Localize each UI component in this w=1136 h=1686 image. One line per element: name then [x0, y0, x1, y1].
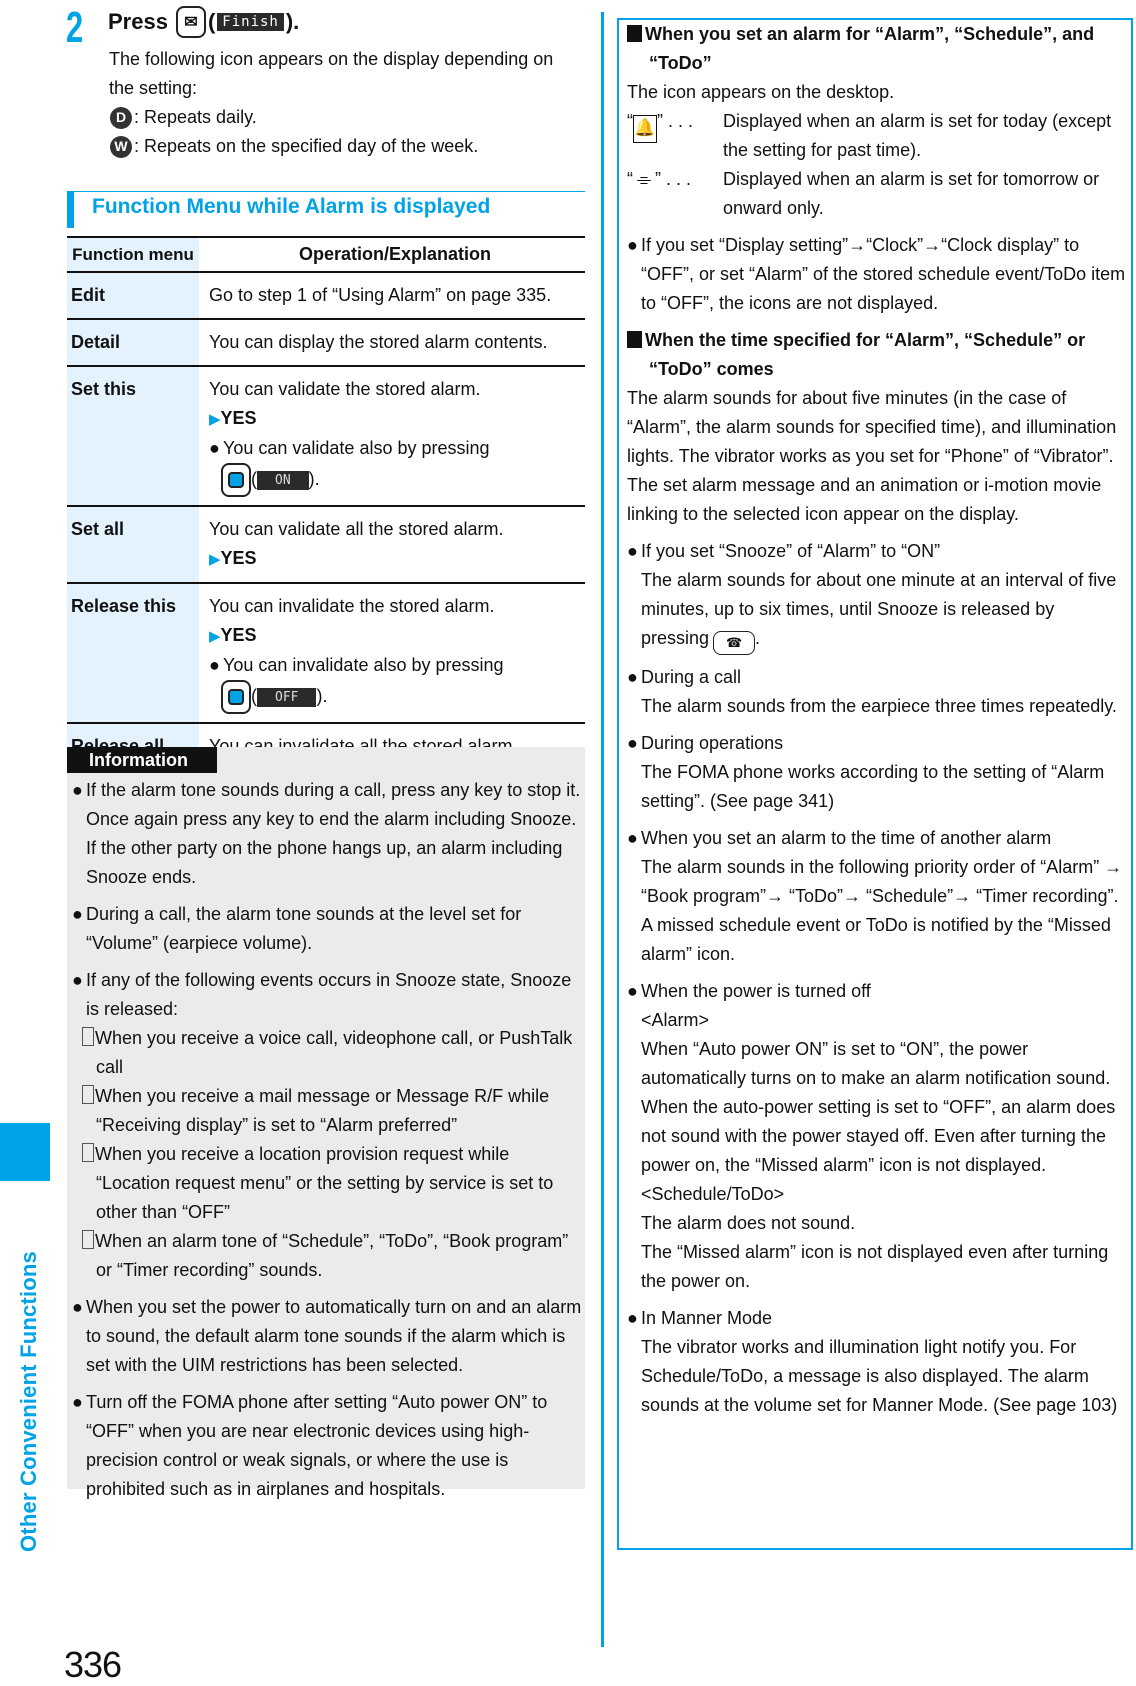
menu-item-description: You can invalidate the stored alarm. ▶YE…	[199, 583, 585, 723]
section-intro: The icon appears on the desktop.	[627, 82, 895, 102]
bullet-icon: ●	[72, 1392, 83, 1412]
note-item: ● When the power is turned off <Alarm> Wh…	[627, 977, 1127, 1296]
note-item: ● If you set “Display setting”→“Clock”→“C…	[627, 231, 1127, 318]
section-heading: When the time specified for “Alarm”, “Sc…	[627, 326, 1127, 384]
note-item: ● If you set “Snooze” of “Alarm” to “ON” …	[627, 537, 1127, 655]
table-row: Set all You can validate all the stored …	[67, 506, 585, 583]
chapter-tab-marker	[0, 1123, 50, 1181]
icon-legend-daily: D : Repeats daily.	[109, 103, 579, 132]
bullet-icon: ●	[627, 732, 638, 753]
note-item: ● During a call The alarm sounds from the…	[627, 663, 1127, 721]
alarm-today-icon: 🔔	[633, 115, 657, 143]
on-softkey-label: ON	[257, 470, 309, 490]
step-number: 2	[66, 3, 84, 52]
column-divider	[601, 12, 604, 1647]
bullet-icon: ●	[627, 827, 638, 848]
section-intro: The alarm sounds for about five minutes …	[627, 388, 1117, 524]
bullet-icon: ●	[72, 1297, 83, 1317]
section-heading: When you set an alarm for “Alarm”, “Sche…	[627, 20, 1127, 78]
note-item: ● During operations The FOMA phone works …	[627, 729, 1127, 816]
menu-item-detail: Detail	[67, 319, 199, 366]
menu-item-set-this: Set this	[67, 366, 199, 506]
square-marker-icon	[627, 25, 642, 42]
snooze-event-item: When you receive a voice call, videophon…	[72, 1024, 584, 1082]
center-key-icon	[221, 463, 251, 497]
table-row: Detail You can display the stored alarm …	[67, 319, 585, 366]
chapter-tab-label: Other Convenient Functions	[16, 1251, 41, 1552]
step-title-suffix: ).	[285, 9, 300, 34]
bullet-icon: ●	[627, 666, 638, 687]
info-item: ● When you set the power to automatically…	[72, 1293, 584, 1380]
arrow-right-icon: ▶	[209, 628, 221, 645]
finish-softkey-label: Finish	[217, 13, 284, 31]
bullet-icon: ●	[72, 904, 83, 924]
menu-item-description: You can validate all the stored alarm. ▶…	[209, 519, 504, 568]
phone-key-icon: ☎	[713, 630, 756, 655]
snooze-event-item: When you receive a location provision re…	[72, 1140, 584, 1227]
column-header-operation: Operation/Explanation	[298, 244, 492, 264]
bullet-icon: ●	[627, 235, 638, 255]
menu-item-edit: Edit	[67, 272, 199, 319]
menu-item-description: You can validate the stored alarm. ▶YES …	[199, 366, 585, 506]
icon-description: “🔔” . . . Displayed when an alarm is set…	[627, 111, 1112, 160]
step-intro-line1: The following icon appears on the displa…	[109, 49, 554, 69]
note-item: ● When you set an alarm to the time of an…	[627, 824, 1127, 969]
arrow-right-icon: ▶	[209, 551, 221, 568]
step-title: Press ✉ ( Finish ).	[108, 6, 299, 38]
step-title-prefix: Press	[108, 9, 168, 34]
repeat-weekly-icon: W	[110, 135, 132, 158]
info-item: ● During a call, the alarm tone sounds at…	[72, 900, 584, 958]
bullet-icon: ●	[72, 780, 83, 800]
table-row: Set this You can validate the stored ala…	[67, 366, 585, 506]
information-title: Information	[67, 747, 217, 773]
alarm-future-icon: ⌯	[636, 169, 652, 189]
arrow-right-icon: ▶	[209, 411, 221, 428]
yes-option: YES	[220, 548, 257, 568]
menu-item-set-all: Set all	[67, 506, 199, 583]
notes-content: When you set an alarm for “Alarm”, “Sche…	[627, 20, 1127, 1420]
table-row: Release this You can invalidate the stor…	[67, 583, 585, 723]
info-item: ● Turn off the FOMA phone after setting “…	[72, 1388, 584, 1504]
column-header-function: Function menu	[67, 237, 199, 272]
icon-legend-weekly: W : Repeats on the specified day of the …	[109, 132, 579, 161]
menu-item-release-this: Release this	[67, 583, 199, 723]
icon-description: “⌯” . . . Displayed when an alarm is set…	[627, 165, 1127, 223]
bullet-icon: ●	[72, 970, 83, 990]
section-heading-marker	[67, 192, 74, 228]
checkbox-mark-icon	[82, 1230, 94, 1249]
yes-option: YES	[220, 408, 257, 428]
bullet-icon: ●	[627, 541, 638, 561]
function-menu-table: Function menu Operation/Explanation Edit…	[67, 236, 585, 801]
center-key-icon	[221, 680, 251, 714]
info-item: ● If the alarm tone sounds during a call,…	[72, 776, 584, 892]
mail-key-icon: ✉	[175, 6, 206, 38]
note-item: ● In Manner Mode The vibrator works and i…	[627, 1304, 1127, 1420]
function-menu-heading: Function Menu while Alarm is displayed	[92, 195, 491, 218]
information-list: ● If the alarm tone sounds during a call,…	[72, 776, 584, 1512]
info-item: ● If any of the following events occurs i…	[72, 966, 584, 1024]
checkbox-mark-icon	[82, 1143, 94, 1162]
snooze-event-item: When you receive a mail message or Messa…	[72, 1082, 584, 1140]
square-marker-icon	[627, 331, 642, 348]
yes-option: YES	[220, 625, 257, 645]
repeat-daily-icon: D	[110, 106, 132, 129]
checkbox-mark-icon	[82, 1027, 94, 1046]
bullet-icon: ●	[627, 1307, 638, 1328]
menu-item-description: Go to step 1 of “Using Alarm” on page 33…	[209, 285, 552, 305]
off-softkey-label: OFF	[257, 687, 317, 707]
step-intro-line2: the setting:	[109, 78, 198, 98]
checkbox-mark-icon	[82, 1085, 94, 1104]
snooze-event-item: When an alarm tone of “Schedule”, “ToDo”…	[72, 1227, 584, 1285]
bullet-icon: ●	[627, 980, 638, 1001]
table-header-row: Function menu Operation/Explanation	[67, 237, 585, 272]
section-rule	[67, 191, 585, 192]
menu-item-description: You can display the stored alarm content…	[209, 332, 548, 352]
table-row: Edit Go to step 1 of “Using Alarm” on pa…	[67, 272, 585, 319]
step-description: The following icon appears on the displa…	[109, 45, 579, 161]
page-number: 336	[64, 1644, 122, 1685]
